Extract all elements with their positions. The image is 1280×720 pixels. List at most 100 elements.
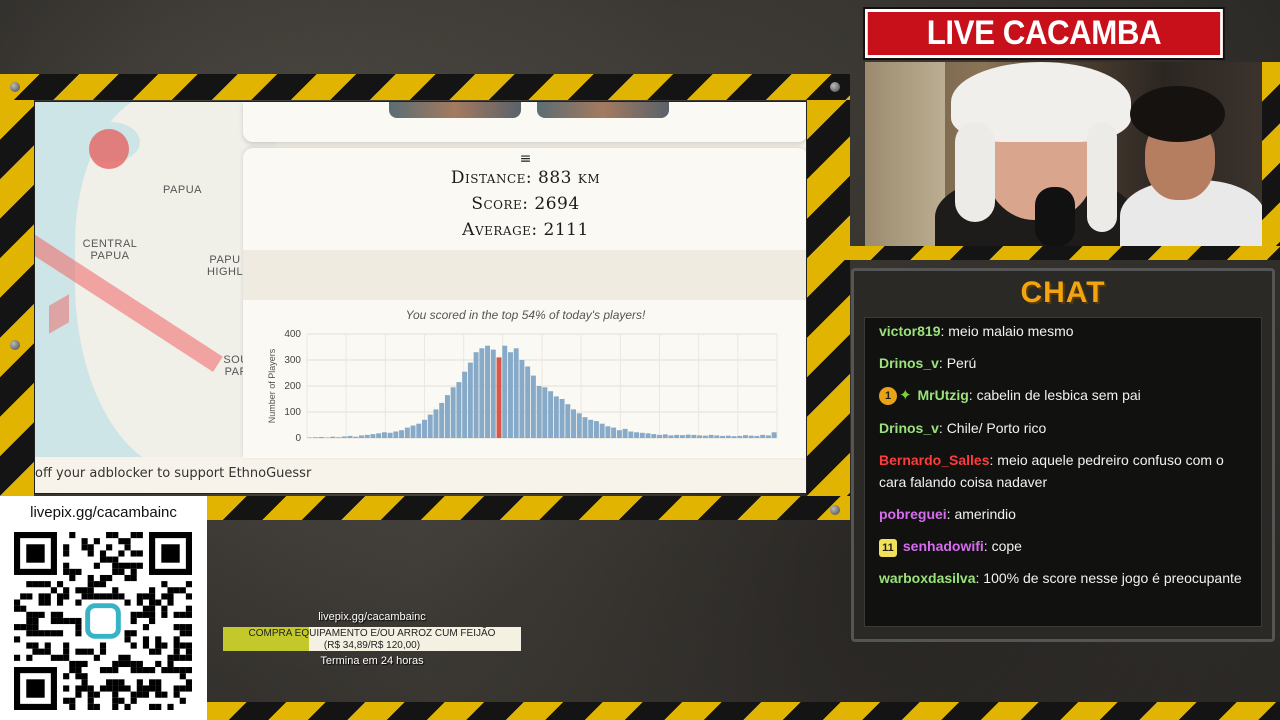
goal-amount: (R$ 34,89/R$ 120,00) — [323, 640, 421, 651]
chat-message: Drinos_v: Perú — [879, 352, 1247, 374]
histogram-bar — [679, 435, 685, 438]
histogram-bar — [485, 345, 491, 438]
chat-message: Bernardo_Salles: meio aquele pedreiro co… — [879, 449, 1247, 493]
chat-message: 1 ✦ MrUtzig: cabelin de lesbica sem pai — [879, 384, 1247, 407]
menu-icon[interactable]: ≡ — [243, 151, 806, 167]
map-label-highlands: PAPU HIGHL — [206, 254, 244, 278]
photo-thumbnail[interactable] — [389, 102, 521, 118]
histogram-bar — [347, 435, 353, 438]
histogram-bar — [525, 366, 531, 438]
histogram-bar — [702, 435, 708, 438]
qr-url: livepix.gg/cacambainc — [30, 504, 177, 521]
histogram-bar — [404, 427, 410, 438]
top-percent-text: You scored in the top 54% of today's pla… — [405, 308, 646, 322]
histogram-bar — [450, 387, 456, 438]
y-axis-label: Number of Players — [267, 348, 277, 423]
score-histogram: Number of Players 0 100 200 300 400 — [267, 329, 778, 444]
chat-username[interactable]: MrUtzig — [917, 387, 968, 403]
histogram-bar — [725, 435, 731, 438]
histogram-bar — [765, 435, 771, 438]
chat-username[interactable]: victor819 — [879, 323, 940, 339]
qr-code-icon[interactable] — [14, 532, 192, 710]
chat-username[interactable]: Bernardo_Salles — [879, 452, 990, 468]
histogram-bar — [370, 434, 376, 438]
image-strip-card — [243, 102, 806, 142]
chat-username[interactable]: Drinos_v — [879, 355, 939, 371]
chat-text: : Chile/ Porto rico — [938, 420, 1047, 437]
histogram-bar — [422, 419, 427, 438]
head-wrap — [1087, 122, 1117, 232]
histogram-bar — [433, 409, 439, 438]
hazard-stripe-cam-right — [1262, 62, 1280, 258]
y-tick-label: 0 — [295, 433, 301, 444]
histogram-bar — [754, 435, 760, 438]
histogram-bar — [462, 371, 468, 438]
histogram-bar — [605, 426, 611, 438]
chat-username[interactable]: senhadowifi — [903, 538, 984, 554]
rivet — [830, 505, 840, 515]
chat-text: : amerindio — [946, 506, 1016, 523]
histogram-bar — [708, 434, 714, 438]
webcam-feed — [865, 62, 1262, 246]
photo-thumbnail[interactable] — [537, 102, 669, 118]
histogram-bar — [714, 435, 720, 438]
histogram-bar — [748, 435, 754, 438]
histogram-bar — [502, 345, 508, 438]
map[interactable]: PAPUA CENTRAL PAPUA PAPU HIGHL SOU PAP — [35, 102, 275, 457]
person-right-hair — [1130, 86, 1225, 142]
chat-text: : cabelin de lesbica sem pai — [968, 387, 1141, 403]
histogram-bar — [571, 409, 576, 438]
histogram-bar — [490, 349, 496, 438]
y-tick-label: 300 — [284, 355, 301, 366]
histogram-bar — [536, 386, 542, 438]
histogram-bar — [639, 432, 645, 438]
histogram-bar — [622, 428, 628, 438]
histogram-bar — [307, 437, 313, 438]
hazard-stripe-top — [0, 74, 850, 100]
histogram-bar — [582, 417, 588, 438]
donation-goal-bar: COMPRA EQUIPAMENTO E/OU ARROZ CUM FEIJÃO… — [223, 627, 521, 651]
histogram-bar — [519, 360, 525, 438]
chat-username[interactable]: Drinos_v — [879, 420, 939, 436]
histogram-bar — [553, 396, 559, 438]
chat-panel: CHAT victor819: meio malaio mesmo Drinos… — [851, 268, 1275, 642]
histogram-bar — [737, 435, 743, 438]
distance-stat: Distance: 883 km — [450, 168, 601, 188]
histogram-bar — [410, 425, 416, 438]
histogram-bar — [657, 434, 662, 438]
chat-username[interactable]: warboxdasilva — [879, 570, 976, 586]
hazard-stripe-bottom — [207, 496, 850, 520]
rivet — [10, 82, 20, 92]
chat-message: 11 senhadowifi: cope — [879, 535, 1247, 557]
histogram-bar — [427, 414, 433, 438]
histogram-bar — [364, 434, 370, 438]
histogram-bar — [381, 432, 387, 438]
map-label-papua: PAPUA — [163, 184, 202, 196]
histogram-bar — [651, 434, 657, 438]
chat-username[interactable]: pobreguei — [879, 506, 947, 522]
histogram-bar — [399, 430, 405, 438]
chat-title: CHAT — [1020, 276, 1106, 309]
histogram-bar — [720, 435, 726, 438]
histogram-bar — [771, 432, 777, 438]
chat-text: : cope — [983, 538, 1022, 555]
histogram-bar — [576, 413, 582, 438]
histogram-bar — [599, 423, 605, 438]
chat-message: Drinos_v: Chile/ Porto rico — [879, 417, 1247, 439]
histogram-bar — [513, 348, 519, 438]
rivet — [10, 340, 20, 350]
hazard-stripe-page-bottom — [207, 702, 1280, 720]
histogram-bar — [496, 357, 502, 438]
hazard-stripe-right — [807, 100, 850, 496]
map-label-central-papua: CENTRAL PAPUA — [82, 238, 138, 262]
histogram-bar — [387, 432, 393, 438]
histogram-bar — [662, 434, 668, 438]
goal-time: Termina em 24 horas — [320, 655, 424, 667]
result-card: ≡ Distance: 883 km Score: 2694 Average: … — [243, 148, 806, 458]
donation-qr-block: livepix.gg/cacambainc — [0, 496, 207, 720]
adblock-notice: off your adblocker to support EthnoGuess… — [35, 466, 312, 481]
histogram-bar — [743, 435, 748, 438]
chat-messages[interactable]: victor819: meio malaio mesmo Drinos_v: P… — [864, 317, 1262, 627]
microphone — [1035, 187, 1075, 246]
goal-title: COMPRA EQUIPAMENTO E/OU ARROZ CUM FEIJÃO — [248, 628, 496, 639]
